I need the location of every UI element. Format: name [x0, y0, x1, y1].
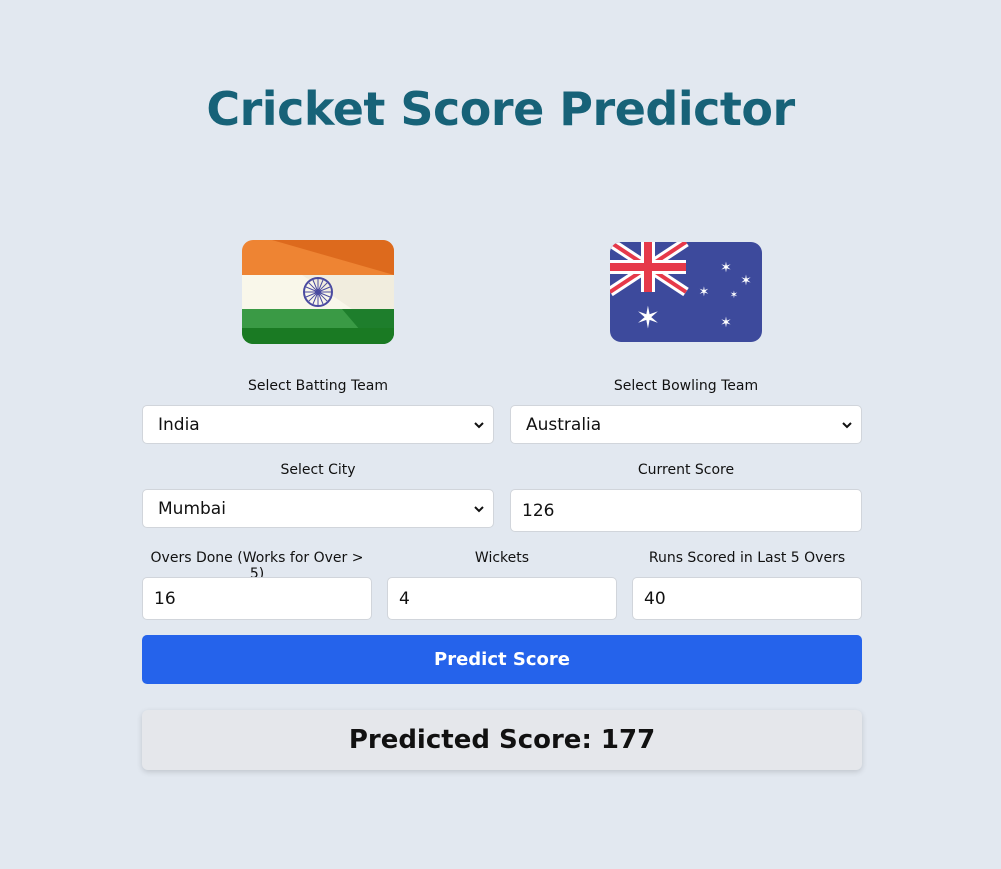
current-score-input[interactable]: 126 — [510, 489, 862, 532]
chevron-down-icon — [474, 421, 484, 428]
overs-value: 16 — [154, 588, 176, 609]
wickets-label: Wickets — [474, 550, 530, 566]
last5-runs-label: Runs Scored in Last 5 Overs — [648, 550, 846, 566]
svg-text:✶: ✶ — [699, 285, 710, 300]
current-score-label: Current Score — [637, 462, 735, 478]
batting-team-select[interactable]: India — [142, 405, 494, 444]
batting-team-label: Select Batting Team — [248, 378, 388, 394]
city-label: Select City — [280, 462, 356, 478]
svg-text:✶: ✶ — [730, 290, 738, 301]
last5-runs-input[interactable]: 40 — [632, 577, 862, 620]
chevron-down-icon — [474, 505, 484, 512]
india-flag-icon — [242, 240, 394, 344]
svg-text:✶: ✶ — [720, 315, 732, 331]
city-value: Mumbai — [158, 498, 226, 519]
wickets-value: 4 — [399, 588, 410, 609]
chevron-down-icon — [842, 421, 852, 428]
predicted-score-result: Predicted Score: 177 — [142, 710, 862, 770]
batting-team-value: India — [158, 414, 200, 435]
bowling-team-value: Australia — [526, 414, 602, 435]
overs-input[interactable]: 16 — [142, 577, 372, 620]
last5-runs-value: 40 — [644, 588, 666, 609]
page-title: Cricket Score Predictor — [206, 82, 795, 136]
predict-score-button[interactable]: Predict Score — [142, 635, 862, 684]
wickets-input[interactable]: 4 — [387, 577, 617, 620]
australia-flag-icon: ✶ ✶ ✶ ✶ ✶ ✶ — [610, 242, 762, 342]
svg-text:✶: ✶ — [720, 260, 732, 276]
bowling-team-label: Select Bowling Team — [613, 378, 759, 394]
svg-text:✶: ✶ — [740, 273, 752, 289]
bowling-team-select[interactable]: Australia — [510, 405, 862, 444]
current-score-value: 126 — [522, 500, 555, 521]
city-select[interactable]: Mumbai — [142, 489, 494, 528]
svg-text:✶: ✶ — [635, 301, 660, 336]
